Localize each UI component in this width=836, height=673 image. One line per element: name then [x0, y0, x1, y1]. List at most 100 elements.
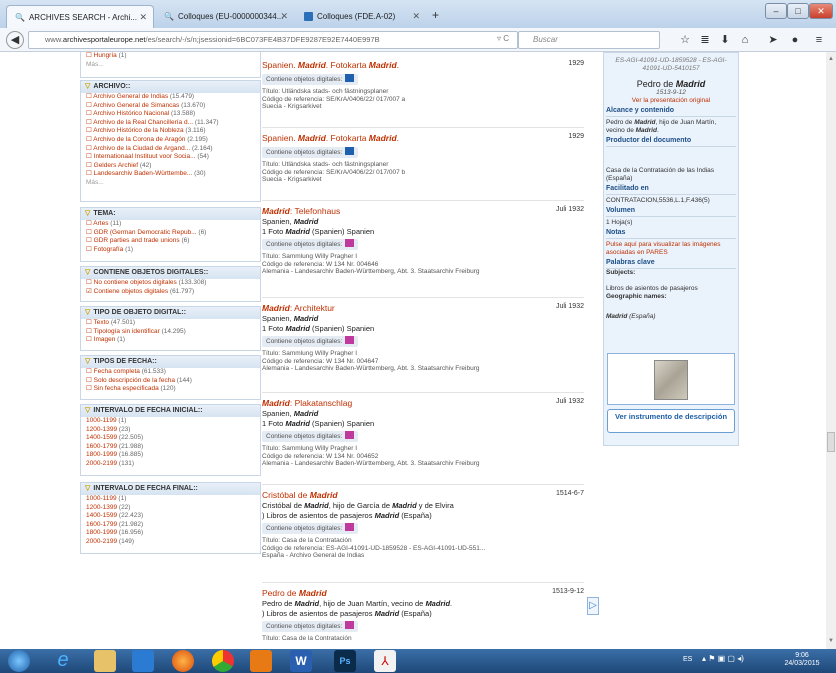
facet-item[interactable]: ☐ Archivo General de Simancas (13.670) — [81, 102, 260, 111]
facet-item[interactable]: ☐ Texto (47.501) — [81, 319, 260, 328]
clock[interactable]: 9:06 24/03/2015 — [782, 652, 822, 668]
tab-colloques-fde[interactable]: Colloques (FDE.A-02) ✕ — [296, 5, 426, 28]
facet-header[interactable]: ▽ TIPOS DE FECHA:: — [81, 356, 260, 368]
facet-item[interactable]: ☐ Sin fecha especificada (120) — [81, 385, 260, 394]
next-arrow-icon[interactable]: ▷ — [587, 597, 599, 615]
facet-item[interactable]: 2000-2199 (131) — [81, 460, 260, 469]
more-link[interactable]: Más... — [81, 61, 260, 70]
result-title[interactable]: Madrid: Telefonhaus — [262, 206, 584, 217]
word-icon[interactable]: W — [290, 650, 312, 672]
facet-item[interactable]: ☐ Landesarchiv Baden-Württembe... (30) — [81, 170, 260, 179]
address-bar[interactable]: www.archivesportaleurope.net/es/search/-… — [28, 31, 518, 49]
digital-objects-badge[interactable]: Contiene objetos digitales: — [262, 523, 359, 534]
facet-item[interactable]: ☐ Imagen (1) — [81, 336, 260, 345]
scroll-down-icon[interactable]: ▼ — [828, 638, 834, 644]
facet-item[interactable]: ☐ Archivo Histórico Nacional (13.588) — [81, 110, 260, 119]
facet-item[interactable]: ☐ Hungría (1) — [81, 52, 260, 61]
facet-item[interactable]: 1400-1599 (22.505) — [81, 434, 260, 443]
pdf-icon[interactable]: ⅄ — [374, 650, 396, 672]
outlook-icon[interactable] — [250, 650, 272, 672]
document-thumbnail[interactable] — [607, 353, 735, 405]
facet-item[interactable]: ☑ Contiene objetos digitales (61.797) — [81, 288, 260, 297]
facet-item[interactable]: ☐ Fotografía (1) — [81, 246, 260, 255]
digital-objects-badge[interactable]: Contiene objetos digitales: — [262, 147, 359, 158]
result-title[interactable]: Madrid: Plakatanschlag — [262, 398, 584, 409]
facet-header[interactable]: ▽ TIPO DE OBJETO DIGITAL:: — [81, 307, 260, 319]
checkbox-icon[interactable]: ☐ — [86, 328, 94, 335]
home-icon[interactable]: ⌂ — [738, 33, 752, 47]
new-tab-button[interactable]: + — [432, 8, 439, 22]
facet-item[interactable]: 1600-1799 (21.982) — [81, 521, 260, 530]
facet-header[interactable]: ▽ INTERVALO DE FECHA FINAL:: — [81, 483, 260, 495]
facet-item[interactable]: ☐ Archivo de la Corona de Aragón (2.195) — [81, 136, 260, 145]
language-indicator[interactable]: ES — [683, 656, 692, 663]
back-arrow-icon[interactable]: ◀ — [6, 31, 24, 49]
facet-item[interactable]: ☐ Archivo de la Real Chancillería d... (… — [81, 119, 260, 128]
media-player-icon[interactable] — [132, 650, 154, 672]
facet-header[interactable]: ▽ INTERVALO DE FECHA INICIAL:: — [81, 405, 260, 417]
close-icon[interactable]: ✕ — [139, 12, 147, 23]
checkbox-icon[interactable]: ☐ — [86, 368, 94, 375]
facet-item[interactable]: 1400-1599 (22.423) — [81, 512, 260, 521]
facet-item[interactable]: 1000-1199 (1) — [81, 495, 260, 504]
facet-item[interactable]: ☐ GDR (German Democratic Repub... (6) — [81, 229, 260, 238]
vertical-scrollbar[interactable]: ▲ ▼ — [826, 52, 836, 649]
checkbox-icon[interactable]: ☐ — [86, 377, 94, 384]
menu-icon[interactable]: ≡ — [812, 33, 826, 47]
tab-archives-search[interactable]: 🔍 ARCHIVES SEARCH - Archi... ✕ — [6, 5, 154, 28]
bookmark-star-icon[interactable]: ☆ — [678, 33, 692, 47]
checkbox-icon[interactable]: ☐ — [86, 279, 94, 286]
facet-item[interactable]: ☐ GDR parties and trade unions (6) — [81, 237, 260, 246]
close-window-button[interactable]: ✕ — [809, 3, 833, 19]
result-title[interactable]: Cristóbal de Madrid — [262, 490, 584, 501]
more-link[interactable]: Más... — [81, 179, 260, 188]
firefox-icon[interactable] — [172, 650, 194, 672]
digital-objects-badge[interactable]: Contiene objetos digitales: — [262, 239, 359, 250]
result-title[interactable]: Madrid: Architektur — [262, 303, 584, 314]
reload-icon[interactable]: ▿ C — [497, 34, 509, 43]
maximize-button[interactable]: □ — [787, 3, 809, 19]
facet-item[interactable]: ☐ Archivo General de Indias (15.479) — [81, 93, 260, 102]
facet-item[interactable]: 1800-1999 (16.885) — [81, 451, 260, 460]
checkbox-icon[interactable]: ☐ — [86, 246, 94, 253]
result-title[interactable]: Pedro de Madrid — [262, 588, 584, 599]
facet-item[interactable]: ☐ Archivo de la Ciudad de Argand... (2.1… — [81, 145, 260, 154]
checkbox-icon[interactable]: ☐ — [86, 162, 94, 169]
checkbox-icon[interactable]: ☐ — [86, 385, 94, 392]
start-button[interactable] — [8, 650, 30, 672]
scroll-up-icon[interactable]: ▲ — [828, 56, 834, 62]
checkbox-icon[interactable]: ☐ — [86, 153, 94, 160]
pares-link[interactable]: Pulse aquí para visualizar las imágenes … — [606, 241, 736, 257]
checkbox-icon[interactable]: ☐ — [86, 229, 94, 236]
view-original-link[interactable]: Ver la presentación original — [604, 97, 738, 105]
digital-objects-badge[interactable]: Contiene objetos digitales: — [262, 621, 359, 632]
facet-item[interactable]: 1600-1799 (21.988) — [81, 443, 260, 452]
digital-objects-badge[interactable]: Contiene objetos digitales: — [262, 74, 359, 85]
chrome-icon[interactable] — [212, 650, 234, 672]
close-icon[interactable]: ✕ — [280, 11, 288, 22]
facet-item[interactable]: ☐ No contiene objetos digitales (133.308… — [81, 279, 260, 288]
facet-header[interactable]: ▽ TEMA: — [81, 208, 260, 220]
result-title[interactable]: Spanien. Madrid. Fotokarta Madrid. — [262, 60, 584, 71]
explorer-icon[interactable] — [94, 650, 116, 672]
facet-item[interactable]: 2000-2199 (149) — [81, 538, 260, 547]
tab-colloques-eu[interactable]: 🔍 Colloques (EU-0000000344... ✕ — [156, 5, 294, 28]
facet-item[interactable]: ☐ Artes (11) — [81, 220, 260, 229]
result-title[interactable]: Spanien. Madrid. Fotokarta Madrid. — [262, 133, 584, 144]
scrollbar-thumb[interactable] — [827, 432, 835, 452]
search-input[interactable]: Buscar — [518, 31, 660, 49]
digital-objects-badge[interactable]: Contiene objetos digitales: — [262, 431, 359, 442]
facet-item[interactable]: 1200-1399 (23) — [81, 426, 260, 435]
checkbox-icon[interactable]: ☐ — [86, 319, 94, 326]
checkbox-icon[interactable]: ☐ — [86, 336, 94, 343]
facet-item[interactable]: ☐ Archivo Histórico de la Nobleza (3.116… — [81, 127, 260, 136]
chat-icon[interactable]: ● — [788, 33, 802, 47]
photoshop-icon[interactable]: Ps — [334, 650, 356, 672]
download-icon[interactable]: ⬇ — [718, 33, 732, 47]
facet-item[interactable]: ☐ Tipología sin identificar (14.295) — [81, 328, 260, 337]
facet-item[interactable]: 1000-1199 (1) — [81, 417, 260, 426]
facet-item[interactable]: 1800-1999 (16.956) — [81, 529, 260, 538]
minimize-button[interactable]: – — [765, 3, 787, 19]
facet-item[interactable]: ☐ Fecha completa (61.533) — [81, 368, 260, 377]
facet-item[interactable]: ☐ Solo descripción de la fecha (144) — [81, 377, 260, 386]
